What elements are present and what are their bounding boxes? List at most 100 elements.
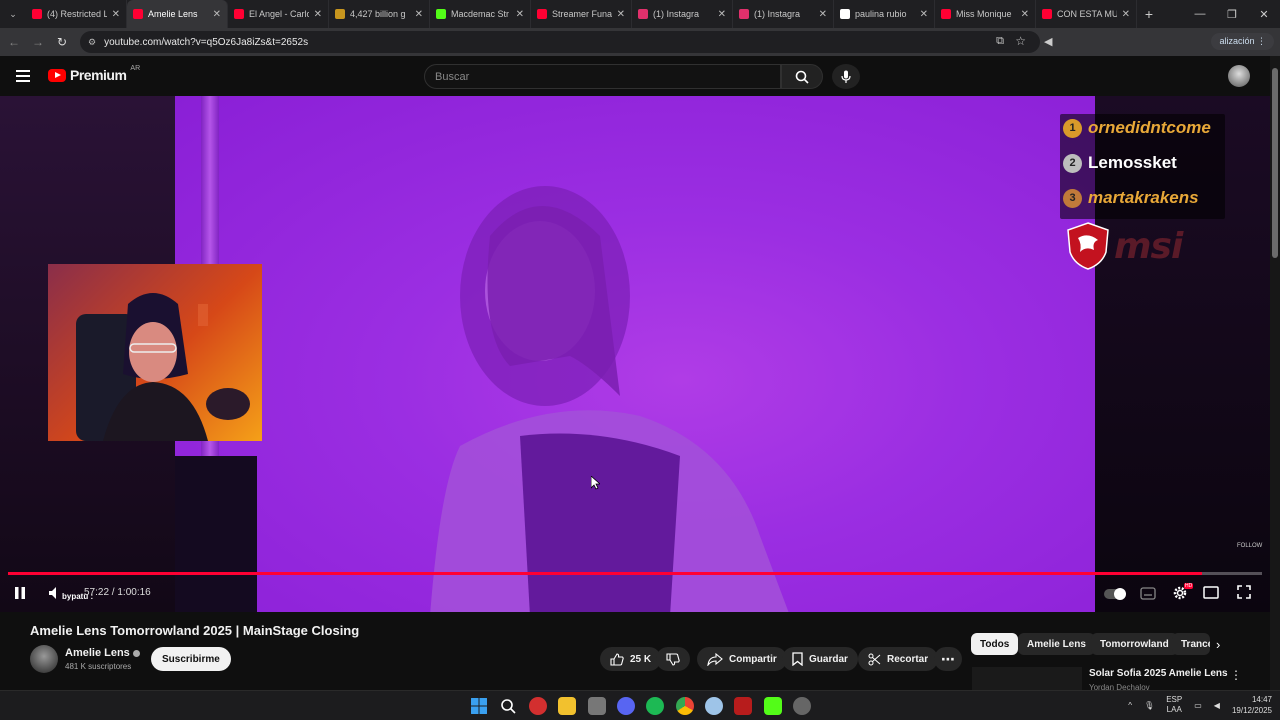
speaker-icon[interactable]: ◀ xyxy=(1214,701,1220,710)
browser-tab[interactable]: El Angel - Carlo ✕ xyxy=(228,0,329,28)
kick-icon[interactable] xyxy=(764,697,782,715)
tab-close-icon[interactable]: ✕ xyxy=(819,9,827,20)
tab-favicon-icon xyxy=(436,9,446,19)
tab-close-icon[interactable]: ✕ xyxy=(718,9,726,20)
browser-tab[interactable]: Macdemac Str ✕ xyxy=(430,0,531,28)
tab-close-icon[interactable]: ✕ xyxy=(516,9,524,20)
back-icon[interactable]: ← xyxy=(2,35,26,49)
menu-icon[interactable] xyxy=(16,70,30,85)
taskbar-app-globe-icon[interactable] xyxy=(705,697,723,715)
browser-tab[interactable]: Amelie Lens ✕ xyxy=(127,0,228,28)
autoplay-toggle[interactable] xyxy=(1104,588,1126,600)
account-avatar[interactable] xyxy=(1228,65,1250,87)
leaderboard-rank: 2 xyxy=(1063,153,1082,173)
window-controls: — ❐ ✕ xyxy=(1184,0,1280,28)
browser-tab[interactable]: CON ESTA MU ✕ xyxy=(1036,0,1137,28)
taskbar-search-icon[interactable] xyxy=(499,697,517,715)
tray-overflow-icon[interactable]: ^ xyxy=(1128,701,1132,710)
minimize-icon[interactable]: — xyxy=(1184,8,1216,20)
browser-tab[interactable]: (1) Instagra ✕ xyxy=(632,0,733,28)
recommended-thumbnail[interactable] xyxy=(972,667,1082,690)
tab-close-icon[interactable]: ✕ xyxy=(1122,9,1130,20)
browser-tab[interactable]: (1) Instagra ✕ xyxy=(733,0,834,28)
file-explorer-icon[interactable] xyxy=(558,697,576,715)
seek-bar[interactable] xyxy=(8,572,1262,575)
tab-close-icon[interactable]: ✕ xyxy=(213,9,221,20)
pause-icon[interactable] xyxy=(14,586,26,600)
browser-tab[interactable]: Miss Monique ✕ xyxy=(935,0,1036,28)
browser-tab[interactable]: Streamer Funa ✕ xyxy=(531,0,632,28)
voice-search-button[interactable] xyxy=(832,64,860,89)
share-button[interactable]: Compartir xyxy=(697,647,787,671)
save-button[interactable]: Guardar xyxy=(782,647,858,671)
new-tab-button[interactable]: + xyxy=(1137,6,1161,22)
more-actions-icon[interactable]: ⋯ xyxy=(934,647,962,671)
video-frame[interactable] xyxy=(175,96,1095,612)
taskbar-app-news-icon[interactable] xyxy=(734,697,752,715)
spotify-icon[interactable] xyxy=(646,697,664,715)
tab-title: Streamer Funa xyxy=(552,9,612,19)
clip-button[interactable]: Recortar xyxy=(858,647,939,671)
scrollbar-thumb[interactable] xyxy=(1272,68,1278,258)
recommended-title[interactable]: Solar Sofia 2025 Amelie Lens xyxy=(1089,668,1228,679)
chip-item[interactable]: Tomorrowland xyxy=(1091,633,1178,655)
chip-item[interactable]: Trance xyxy=(1172,633,1210,655)
forward-icon[interactable]: → xyxy=(26,35,50,49)
chrome-icon[interactable] xyxy=(676,697,694,715)
thumbs-down-icon xyxy=(666,652,680,666)
like-count: 25 K xyxy=(630,653,652,665)
volume-icon[interactable] xyxy=(48,586,62,600)
tab-close-icon[interactable]: ✕ xyxy=(1021,9,1029,20)
subscribe-button[interactable]: Suscribirme xyxy=(151,647,231,671)
windows-start-icon[interactable] xyxy=(470,697,488,715)
update-button[interactable]: alización ⋮ xyxy=(1211,33,1274,50)
tab-close-icon[interactable]: ✕ xyxy=(112,9,120,20)
search-input[interactable]: Buscar xyxy=(424,64,781,89)
url-field[interactable]: ⚙ youtube.com/watch?v=q5Oz6Ja8iZs&t=2652… xyxy=(80,31,1040,53)
dislike-button[interactable] xyxy=(656,647,690,671)
tab-search-button[interactable]: ⌄ xyxy=(0,0,26,28)
taskbar-clock[interactable]: 14:47 19/12/2025 xyxy=(1232,694,1272,716)
search-button[interactable] xyxy=(781,64,823,89)
network-icon[interactable]: ▭ xyxy=(1194,701,1202,710)
channel-avatar[interactable] xyxy=(30,645,58,673)
seek-bar-played xyxy=(8,572,1202,575)
tab-close-icon[interactable]: ✕ xyxy=(314,9,322,20)
theater-mode-icon[interactable] xyxy=(1203,586,1219,599)
close-icon[interactable]: ✕ xyxy=(1248,8,1280,21)
clip-label: Recortar xyxy=(887,653,929,665)
channel-name[interactable]: Amelie Lens xyxy=(65,647,140,659)
page-scrollbar[interactable] xyxy=(1270,56,1280,690)
taskbar-app-gray-icon[interactable] xyxy=(588,697,606,715)
subtitles-icon[interactable] xyxy=(1140,587,1156,600)
site-info-icon[interactable]: ⚙ xyxy=(88,37,96,48)
share-icon xyxy=(707,652,723,666)
tray-mic-icon[interactable]: 🎙 xyxy=(1144,701,1154,710)
chips-next-icon[interactable]: › xyxy=(1216,637,1220,652)
maximize-icon[interactable]: ❐ xyxy=(1216,8,1248,21)
taskbar-app-round-icon[interactable] xyxy=(793,697,811,715)
tab-favicon-icon xyxy=(335,9,345,19)
tab-close-icon[interactable]: ✕ xyxy=(920,9,928,20)
like-button[interactable]: 25 K xyxy=(600,647,662,671)
youtube-logo[interactable]: Premium AR xyxy=(48,65,140,83)
chip-item[interactable]: Todos xyxy=(971,633,1019,655)
language-indicator[interactable]: ESP LAA xyxy=(1166,695,1182,715)
media-control-icon[interactable]: ◀ xyxy=(1044,35,1052,48)
lang-top: ESP xyxy=(1166,695,1183,704)
browser-tab[interactable]: (4) Restricted L ✕ xyxy=(26,0,127,28)
discord-icon[interactable] xyxy=(617,697,635,715)
browser-tab[interactable]: paulina rubio ✕ xyxy=(834,0,935,28)
tab-close-icon[interactable]: ✕ xyxy=(617,9,625,20)
recommended-menu-icon[interactable]: ⋮ xyxy=(1230,668,1242,682)
video-player[interactable]: 1 ornedidntcome 2 Lemossket 3 martakrakens ms… xyxy=(0,96,1270,612)
reload-icon[interactable]: ↻ xyxy=(50,35,74,49)
time-display: 57:22 / 1:00:16 xyxy=(84,587,151,598)
taskbar-app-red-icon[interactable] xyxy=(529,697,547,715)
chip-item[interactable]: Amelie Lens xyxy=(1018,633,1095,655)
install-icon[interactable]: ⧉ xyxy=(996,35,1004,48)
bookmark-star-icon[interactable]: ☆ xyxy=(1015,34,1026,48)
browser-tab[interactable]: 4,427 billion g ✕ xyxy=(329,0,430,28)
tab-close-icon[interactable]: ✕ xyxy=(415,9,423,20)
fullscreen-icon[interactable] xyxy=(1237,585,1251,599)
